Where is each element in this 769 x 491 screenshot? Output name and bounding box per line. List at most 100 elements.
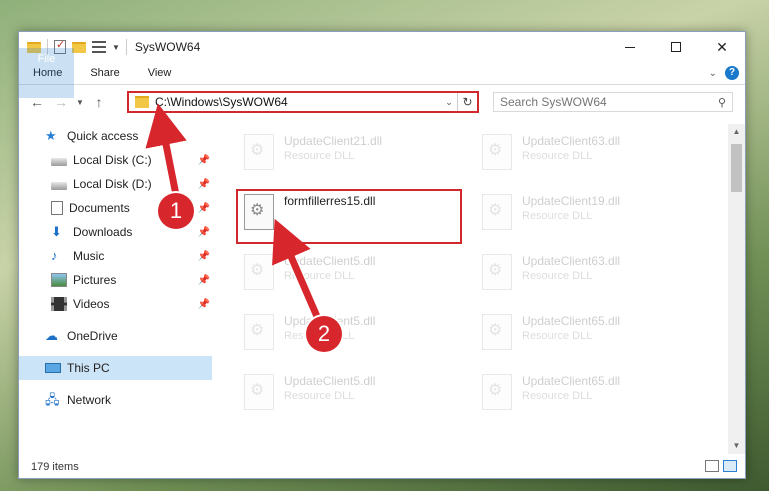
file-type: Resource DLL: [284, 390, 355, 402]
sidebar-item-this-pc[interactable]: This PC: [19, 356, 212, 380]
sidebar-item-label: Downloads: [73, 225, 133, 239]
pin-icon[interactable]: 📌: [198, 299, 210, 310]
sidebar-item-label: Local Disk (C:): [73, 153, 152, 167]
dll-file-icon: ⚙: [482, 374, 512, 410]
dll-file-icon: ⚙: [244, 134, 274, 170]
search-box[interactable]: ⚲: [493, 92, 733, 112]
file-item[interactable]: ⚙ UpdateClient19.dll Resource DLL: [476, 190, 696, 240]
file-item[interactable]: ⚙ UpdateClient63.dll Resource DLL: [476, 250, 696, 300]
forward-button[interactable]: →: [49, 94, 73, 110]
sidebar-item-label: This PC: [67, 361, 110, 375]
back-button[interactable]: ←: [25, 94, 49, 110]
sidebar-item-onedrive[interactable]: ☁ OneDrive: [19, 324, 212, 348]
pin-icon[interactable]: 📌: [198, 251, 210, 262]
music-icon: ♪: [51, 248, 58, 263]
search-icon[interactable]: ⚲: [718, 96, 726, 109]
file-type: Resource DLL: [522, 330, 593, 342]
close-icon: ✕: [716, 38, 728, 55]
sidebar-item-videos[interactable]: Videos 📌: [19, 292, 212, 316]
step-callout-2: 2: [306, 316, 342, 352]
file-item[interactable]: ⚙ UpdateClient21.dll Resource DLL: [238, 130, 458, 180]
dll-file-icon: ⚙: [482, 254, 512, 290]
file-type: Resource DLL: [522, 390, 593, 402]
search-input[interactable]: [500, 95, 700, 109]
address-path[interactable]: C:\Windows\SysWOW64: [155, 95, 441, 109]
maximize-button[interactable]: [653, 32, 699, 62]
gear-icon: ⚙: [488, 262, 503, 279]
up-button[interactable]: ↑: [87, 94, 111, 110]
sidebar-item-network[interactable]: 🖧 Network: [19, 388, 212, 412]
file-item[interactable]: ⚙ UpdateClient5.dll Resource DLL: [238, 310, 458, 360]
details-view-icon[interactable]: [705, 460, 719, 472]
dll-file-icon: ⚙: [244, 254, 274, 290]
sidebar-item-local-disk-c[interactable]: Local Disk (C:) 📌: [19, 148, 212, 172]
sidebar-item-label: Music: [73, 249, 105, 263]
large-icons-view-icon[interactable]: [723, 460, 737, 472]
vertical-scrollbar[interactable]: ▲ ▼: [728, 124, 745, 454]
pin-icon[interactable]: 📌: [198, 227, 210, 238]
window-title: SysWOW64: [134, 40, 201, 54]
tab-view[interactable]: View: [134, 62, 186, 85]
file-type: Resource DLL: [522, 270, 593, 282]
file-item[interactable]: ⚙ UpdateClient5.dll Resource DLL: [238, 250, 458, 300]
customize-toolbar-dropdown-icon[interactable]: ▼: [112, 43, 120, 52]
gear-icon: ⚙: [250, 262, 265, 279]
item-count: 179 items: [31, 461, 79, 473]
pin-icon[interactable]: 📌: [198, 275, 210, 286]
scroll-down-icon[interactable]: ▼: [728, 438, 745, 454]
file-type: Resource DLL: [284, 150, 355, 162]
network-icon: 🖧: [45, 392, 60, 407]
file-item[interactable]: ⚙ UpdateClient63.dll Resource DLL: [476, 130, 696, 180]
sidebar-item-pictures[interactable]: Pictures 📌: [19, 268, 212, 292]
sidebar-item-local-disk-d[interactable]: Local Disk (D:) 📌: [19, 172, 212, 196]
pictures-icon: [51, 273, 67, 287]
tab-share[interactable]: Share: [76, 62, 133, 85]
sidebar-item-music[interactable]: ♪ Music 📌: [19, 244, 212, 268]
address-bar[interactable]: C:\Windows\SysWOW64 ⌄ ↻: [127, 91, 479, 113]
scroll-up-icon[interactable]: ▲: [728, 124, 745, 140]
dll-file-icon: ⚙: [244, 374, 274, 410]
dll-file-icon: ⚙: [482, 194, 512, 230]
new-folder-icon[interactable]: [72, 41, 86, 53]
scrollbar-thumb[interactable]: [731, 144, 742, 192]
file-name: UpdateClient21.dll: [284, 134, 383, 148]
pin-icon[interactable]: 📌: [198, 203, 210, 214]
folder-icon: [135, 96, 149, 108]
minimize-button[interactable]: [607, 32, 653, 62]
pc-icon: [45, 363, 61, 373]
pin-icon[interactable]: 📌: [198, 179, 210, 190]
file-name: UpdateClient63.dll: [522, 134, 621, 148]
gear-icon: ⚙: [250, 142, 265, 159]
expand-ribbon-icon[interactable]: ⌄: [709, 68, 717, 79]
close-button[interactable]: ✕: [699, 32, 745, 62]
navigation-bar: ← → ▼ ↑ C:\Windows\SysWOW64 ⌄ ↻ ⚲: [19, 86, 745, 118]
file-type: Resource DLL: [284, 270, 355, 282]
sidebar-item-quick-access[interactable]: ★ Quick access: [19, 124, 212, 148]
file-type: Resource DLL: [522, 150, 593, 162]
videos-icon: [51, 297, 67, 311]
file-name: UpdateClient63.dll: [522, 254, 621, 268]
file-name: UpdateClient5.dll: [284, 254, 376, 268]
navigation-pane: ★ Quick access Local Disk (C:) 📌 Local D…: [19, 124, 212, 452]
address-dropdown-icon[interactable]: ⌄: [441, 97, 457, 108]
divider: [125, 39, 127, 55]
disk-icon: [51, 181, 67, 190]
view-icon[interactable]: [92, 41, 106, 53]
sidebar-item-label: Local Disk (D:): [73, 177, 152, 191]
explorer-window: ▼ SysWOW64 ✕ File Home Share View ⌄ ? ← …: [18, 31, 746, 479]
file-item[interactable]: ⚙ UpdateClient65.dll Resource DLL: [476, 310, 696, 360]
help-icon[interactable]: ?: [725, 66, 739, 80]
file-item[interactable]: ⚙ UpdateClient5.dll Resource DLL: [238, 370, 458, 420]
dll-file-icon: ⚙: [244, 314, 274, 350]
minimize-icon: [625, 46, 635, 48]
pin-icon[interactable]: 📌: [198, 155, 210, 166]
refresh-icon[interactable]: ↻: [457, 93, 477, 111]
status-bar: 179 items: [19, 456, 745, 478]
sidebar-item-label: Documents: [69, 201, 130, 215]
recent-locations-dropdown-icon[interactable]: ▼: [73, 98, 87, 107]
sidebar-item-label: Pictures: [73, 273, 117, 287]
file-item[interactable]: ⚙ UpdateClient65.dll Resource DLL: [476, 370, 696, 420]
